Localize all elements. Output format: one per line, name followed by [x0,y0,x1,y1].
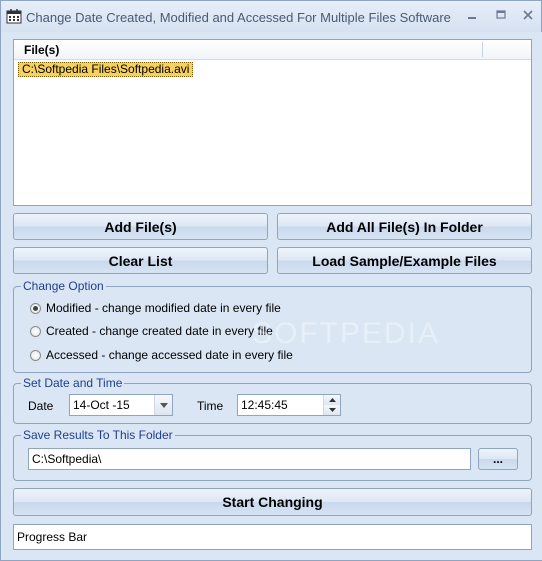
clear-list-button[interactable]: Clear List [13,247,268,274]
load-sample-files-button[interactable]: Load Sample/Example Files [277,247,532,274]
spin-down-icon[interactable] [324,405,340,415]
maximize-icon[interactable] [488,6,514,24]
radio-accessed-label: Accessed - change accessed date in every… [46,348,293,362]
file-list[interactable]: File(s) C:\Softpedia Files\Softpedia.avi [13,39,532,206]
radio-modified-indicator[interactable] [30,302,41,314]
app-window: Change Date Created, Modified and Access… [0,0,542,561]
radio-created-label: Created - change created date in every f… [46,324,273,338]
radio-created[interactable]: Created - change created date in every f… [30,323,273,339]
minimize-icon[interactable] [459,6,485,24]
progress-bar: Progress Bar [13,524,532,550]
browse-folder-button[interactable]: ... [478,448,518,470]
client-area: File(s) C:\Softpedia Files\Softpedia.avi… [2,32,542,560]
change-option-label: Change Option [21,279,106,293]
add-all-files-in-folder-button[interactable]: Add All File(s) In Folder [277,213,532,240]
change-option-group: Change Option Modified - change modified… [13,279,532,373]
start-changing-button[interactable]: Start Changing [13,488,532,516]
radio-modified-label: Modified - change modified date in every… [46,301,281,315]
save-folder-label: Save Results To This Folder [21,428,175,442]
file-list-item[interactable]: C:\Softpedia Files\Softpedia.avi [18,62,194,77]
radio-accessed-indicator[interactable] [30,349,41,361]
file-list-header: File(s) [14,40,531,60]
time-spinner[interactable]: 12:45:45 [237,394,341,416]
date-value: 14-Oct -15 [73,398,130,412]
set-date-time-group: Set Date and Time Date 14-Oct -15 Time 1… [13,376,532,424]
app-calendar-icon [6,8,22,24]
time-label: Time [197,399,224,413]
close-icon[interactable] [515,6,541,24]
column-separator[interactable] [482,42,483,57]
radio-created-indicator[interactable] [30,325,41,337]
spin-up-icon[interactable] [324,395,340,405]
date-picker[interactable]: 14-Oct -15 [69,394,173,416]
time-spin-buttons[interactable] [323,395,340,415]
chevron-down-icon[interactable] [154,395,172,415]
time-value: 12:45:45 [241,398,288,412]
date-label: Date [28,399,54,413]
add-files-button[interactable]: Add File(s) [13,213,268,240]
set-date-time-label: Set Date and Time [21,376,125,390]
radio-accessed[interactable]: Accessed - change accessed date in every… [30,347,293,363]
save-folder-path-input[interactable]: C:\Softpedia\ [28,448,471,470]
window-title: Change Date Created, Modified and Access… [26,10,451,25]
title-bar[interactable]: Change Date Created, Modified and Access… [1,1,541,32]
save-folder-group: Save Results To This Folder C:\Softpedia… [13,428,532,481]
column-header-files[interactable]: File(s) [24,43,59,57]
radio-modified[interactable]: Modified - change modified date in every… [30,300,281,316]
